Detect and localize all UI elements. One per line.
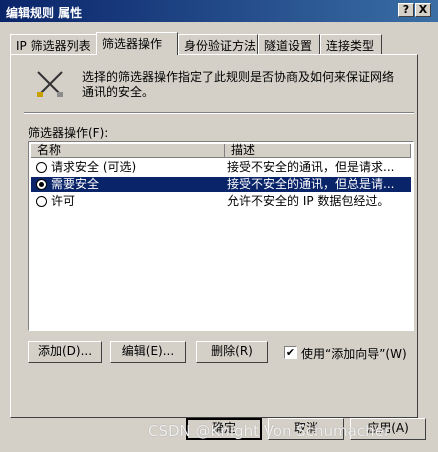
item-name: 请求安全 (可选) bbox=[51, 160, 137, 174]
item-description: 接受不安全的通讯，但总是请... bbox=[227, 177, 395, 191]
tab-tunnel-settings[interactable]: 隧道设置 bbox=[258, 34, 320, 54]
column-header-name[interactable]: 名称 bbox=[31, 144, 225, 158]
filter-action-icon bbox=[37, 71, 63, 97]
radio-button[interactable] bbox=[36, 196, 47, 207]
edit-button[interactable]: 编辑(E)... bbox=[110, 341, 186, 363]
radio-button[interactable] bbox=[36, 179, 47, 190]
title-bar: 编辑规则 属性 ? X bbox=[0, 0, 438, 22]
item-description: 接受不安全的通讯，但是请求... bbox=[227, 160, 395, 174]
wizard-checkbox[interactable]: ✔ bbox=[284, 346, 297, 359]
list-item[interactable]: 许可 允许不安全的 IP 数据包经过。 bbox=[31, 194, 411, 209]
item-name: 需要安全 bbox=[51, 177, 100, 191]
close-button[interactable]: X bbox=[415, 3, 431, 17]
filter-action-list[interactable]: 名称 描述 请求安全 (可选) 接受不安全的通讯，但是请求... 需要安全 接受… bbox=[28, 141, 414, 331]
column-header-description[interactable]: 描述 bbox=[225, 144, 411, 158]
rule-description: 选择的筛选器操作指定了此规则是否协商及如何来保证网络通讯的安全。 bbox=[82, 70, 395, 99]
tab-filter-action[interactable]: 筛选器操作 bbox=[96, 32, 178, 55]
item-name: 许可 bbox=[51, 194, 76, 208]
divider bbox=[24, 112, 414, 114]
window-title: 编辑规则 属性 bbox=[6, 6, 83, 20]
help-button[interactable]: ? bbox=[398, 3, 414, 17]
watermark: CSDN @Knight Von Schumacher bbox=[148, 422, 391, 440]
item-description: 允许不安全的 IP 数据包经过。 bbox=[227, 194, 390, 208]
filter-action-label: 筛选器操作(F): bbox=[28, 126, 109, 140]
remove-button[interactable]: 删除(R) bbox=[196, 341, 268, 363]
add-button[interactable]: 添加(D)... bbox=[28, 341, 102, 363]
radio-button[interactable] bbox=[36, 162, 47, 173]
tab-connection-type[interactable]: 连接类型 bbox=[320, 34, 382, 54]
list-item[interactable]: 请求安全 (可选) 接受不安全的通讯，但是请求... bbox=[31, 160, 411, 175]
list-item[interactable]: 需要安全 接受不安全的通讯，但总是请... bbox=[31, 177, 411, 192]
wizard-checkbox-label: 使用“添加向导”(W) bbox=[301, 347, 407, 361]
tab-ip-filter-list[interactable]: IP 筛选器列表 bbox=[10, 34, 98, 54]
tab-authentication[interactable]: 身份验证方法 bbox=[178, 34, 258, 54]
